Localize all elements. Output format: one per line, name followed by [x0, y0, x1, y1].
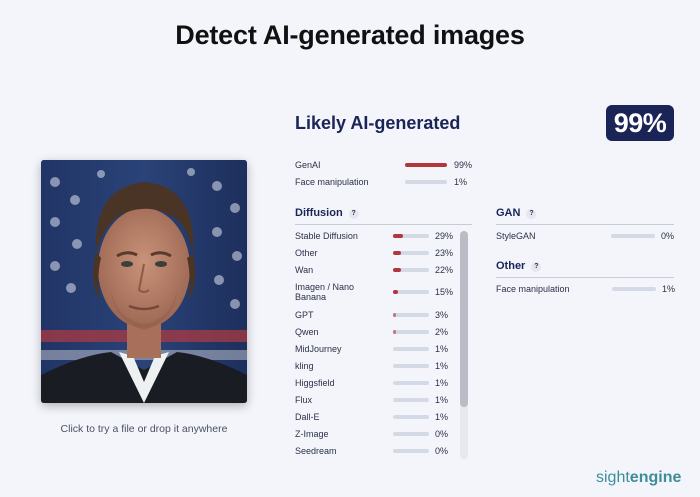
probability-value: 1% [662, 284, 676, 294]
diffusion-title-text: Diffusion [295, 207, 343, 219]
probability-value: 0% [435, 446, 449, 456]
probability-bar [405, 180, 447, 184]
brand-light-text: sight [596, 469, 630, 486]
gan-row: StyleGAN 0% [496, 231, 674, 251]
probability-bar-fill [393, 251, 402, 255]
row-label: Face manipulation [295, 177, 369, 187]
probability-value: 99% [454, 160, 473, 170]
other-divider [496, 277, 674, 278]
probability-value: 0% [435, 429, 449, 439]
other-title-text: Other [496, 260, 526, 272]
row-label: Z-Image [295, 429, 329, 439]
probability-bar [393, 251, 429, 255]
probability-bar [393, 381, 429, 385]
probability-value: 0% [661, 231, 675, 241]
probability-bar-fill [393, 268, 401, 272]
probability-bar [393, 268, 429, 272]
diffusion-section-title: Diffusion? [295, 207, 359, 219]
row-label: GenAI [295, 160, 321, 170]
probability-bar [405, 163, 447, 167]
row-label: Wan [295, 265, 314, 275]
diffusion-scrollbar-thumb[interactable] [460, 231, 468, 407]
probability-bar [393, 449, 429, 453]
help-icon[interactable]: ? [348, 209, 359, 219]
probability-bar [393, 364, 429, 368]
probability-bar [393, 313, 429, 317]
probability-bar [393, 290, 429, 294]
brand-bold-text: engine [629, 469, 682, 486]
probability-value: 3% [435, 310, 449, 320]
help-icon[interactable]: ? [526, 209, 537, 219]
probability-bar [393, 432, 429, 436]
row-label: StyleGAN [496, 231, 536, 241]
probability-value: 1% [435, 412, 449, 422]
probability-value: 15% [435, 287, 454, 297]
probability-value: 1% [435, 344, 449, 354]
diffusion-row: Seedream 0% [295, 446, 460, 466]
row-label: Flux [295, 395, 313, 405]
row-label: Imagen / Nano Banana [295, 282, 355, 302]
row-label: Seedream [295, 446, 337, 456]
probability-bar-fill [393, 313, 396, 317]
diffusion-row: Imagen / Nano Banana 15% [295, 282, 460, 302]
gan-section-title: GAN? [496, 207, 537, 219]
probability-value: 2% [435, 327, 449, 337]
row-label: Face manipulation [496, 284, 570, 294]
probability-value: 23% [435, 248, 454, 258]
row-label: Dall-E [295, 412, 320, 422]
probability-bar [393, 415, 429, 419]
brand-logo[interactable]: sightengine [596, 469, 681, 487]
probability-bar-fill [393, 330, 396, 334]
probability-value: 1% [454, 177, 468, 187]
probability-value: 1% [435, 395, 449, 405]
probability-bar-fill [393, 290, 399, 294]
probability-value: 1% [435, 361, 449, 371]
probability-bar [612, 287, 656, 291]
probability-bar [393, 347, 429, 351]
drop-hint: Click to try a file or drop it anywhere [60, 423, 228, 435]
diffusion-divider [295, 224, 472, 225]
probability-bar [393, 330, 429, 334]
row-label: Qwen [295, 327, 319, 337]
gan-divider [496, 224, 674, 225]
row-label: Stable Diffusion [295, 231, 358, 241]
probability-bar-fill [393, 234, 404, 238]
probability-bar [393, 398, 429, 402]
row-label: Higgsfield [295, 378, 335, 388]
portrait-image [41, 160, 247, 403]
summary-row: Face manipulation 1% [295, 177, 495, 197]
page-title: Detect AI-generated images [175, 20, 525, 50]
row-label: Other [295, 248, 318, 258]
gan-title-text: GAN [496, 207, 521, 219]
probability-value: 22% [435, 265, 454, 275]
uploaded-image-dropzone[interactable] [41, 160, 247, 403]
other-row: Face manipulation 1% [496, 284, 676, 304]
row-label: GPT [295, 310, 314, 320]
probability-bar-fill [405, 163, 447, 167]
probability-value: 29% [435, 231, 454, 241]
probability-bar [393, 234, 429, 238]
probability-bar [611, 234, 655, 238]
other-section-title: Other? [496, 260, 542, 272]
probability-value: 1% [435, 378, 449, 388]
row-label: MidJourney [295, 344, 342, 354]
score-badge: 99% [606, 105, 674, 141]
verdict-title: Likely AI-generated [295, 113, 461, 133]
row-label: kling [295, 361, 314, 371]
help-icon[interactable]: ? [531, 262, 542, 272]
